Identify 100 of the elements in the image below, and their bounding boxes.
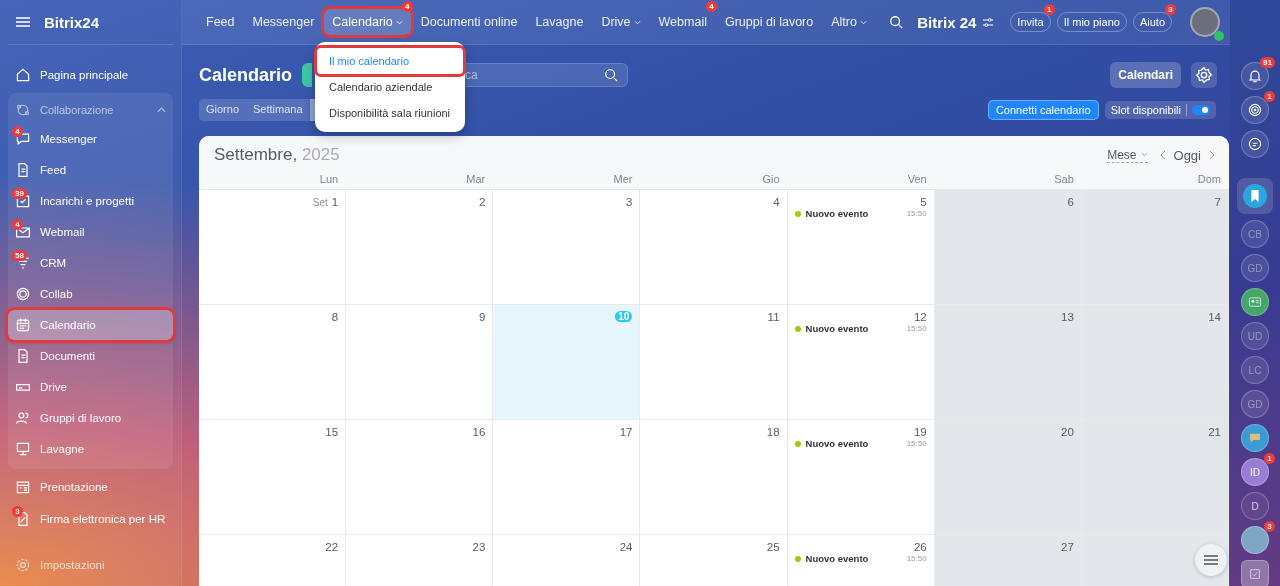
day-number: 20 <box>1061 426 1074 438</box>
count-badge: 4 <box>705 1 717 12</box>
day-cell[interactable]: 13 <box>934 305 1082 420</box>
count-badge: 39 <box>12 188 27 199</box>
view-select[interactable]: Mese <box>1107 147 1148 163</box>
sidebar-item[interactable]: Lavagne <box>8 434 173 464</box>
day-number: 19 <box>913 426 927 438</box>
day-cell[interactable]: 4 <box>640 190 788 305</box>
weekday-header: Dom <box>1196 173 1222 185</box>
nav-tab[interactable]: Messenger <box>244 9 323 35</box>
count-badge: 4 <box>12 126 23 137</box>
event-title: Nuovo evento <box>805 208 870 219</box>
count-badge: 4 <box>401 1 413 12</box>
user-avatar[interactable]: D <box>1241 492 1269 520</box>
nav-tab[interactable]: Calendario <box>324 9 411 35</box>
day-cell[interactable]: 14 <box>1081 305 1229 420</box>
sidebar-item[interactable]: 4 Webmail <box>8 217 173 247</box>
brand-logo: Bitrix 24 <box>917 13 977 31</box>
day-cell[interactable]: 3 <box>493 190 641 305</box>
sidebar-item[interactable]: Gruppi di lavoro <box>8 403 173 433</box>
view-tab[interactable]: Settimana <box>246 99 310 121</box>
logo[interactable]: Bitrix24 <box>44 13 100 31</box>
day-cell[interactable]: 19 Nuovo evento 15:50 <box>787 420 935 535</box>
day-cell[interactable]: 18 <box>640 420 788 535</box>
count-badge: 3 <box>12 506 23 517</box>
day-number: 23 <box>472 541 486 553</box>
nav-tab[interactable]: Webmail <box>650 9 715 35</box>
day-number: 17 <box>619 426 633 438</box>
nav-tab[interactable]: Documenti online <box>412 9 526 35</box>
event-time: 15:50 <box>906 324 927 333</box>
day-number: 6 <box>1067 196 1074 208</box>
event-title: Nuovo evento <box>805 553 870 564</box>
day-cell[interactable]: 11 <box>640 305 788 420</box>
today-button[interactable]: Oggi <box>1173 147 1201 163</box>
weekday-header: Lun <box>318 173 340 185</box>
event-item[interactable]: Nuovo evento 15:50 <box>794 323 927 334</box>
nav-tab[interactable]: Feed <box>198 9 243 35</box>
menu-item[interactable]: Disponibilità sala riunioni <box>317 100 463 126</box>
user-avatar[interactable]: ID <box>1241 458 1269 486</box>
day-cell[interactable]: 2 <box>346 190 494 305</box>
sidebar-group-header[interactable]: Collaborazione <box>8 97 173 123</box>
sidebar-item[interactable]: Pagina principale <box>8 60 173 90</box>
day-cell[interactable]: 6 <box>934 190 1082 305</box>
sidebar-item[interactable]: 58 CRM <box>8 248 173 278</box>
day-cell[interactable]: 17 <box>493 420 641 535</box>
weekday-header: Gio <box>761 173 781 185</box>
sidebar-item[interactable]: Drive <box>8 372 173 402</box>
weekday-header: Mar <box>465 173 487 185</box>
day-cell[interactable]: 12 Nuovo evento 15:50 <box>787 305 935 420</box>
event-title: Nuovo evento <box>805 438 870 449</box>
day-number: 12 <box>913 311 927 323</box>
count-badge: 3 <box>1264 521 1275 532</box>
day-number: 11 <box>767 311 780 323</box>
day-cell[interactable]: 27 <box>934 535 1082 586</box>
count-badge: 4 <box>12 219 23 230</box>
sidebar-item[interactable]: Collab <box>8 279 173 309</box>
day-number: 8 <box>331 311 339 323</box>
day-number: 22 <box>325 541 339 553</box>
day-number: 2 <box>478 196 486 208</box>
page-title: Calendario <box>199 64 293 86</box>
count-badge: 91 <box>1260 57 1275 68</box>
slots-toggle-button[interactable]: Slot disponibili <box>1104 101 1216 119</box>
nav-tab[interactable]: Lavagne <box>527 9 592 35</box>
day-cell[interactable]: 15 <box>199 420 347 535</box>
view-tab[interactable]: Giorno <box>199 99 247 121</box>
nav-tab[interactable]: Altro <box>823 9 875 35</box>
day-cell[interactable]: 8 <box>199 305 347 420</box>
day-number: 15 <box>325 426 339 438</box>
weekday-header: Sab <box>1053 173 1075 185</box>
sidebar-item[interactable]: Documenti <box>8 341 173 371</box>
month-label: Set <box>312 197 328 208</box>
day-cell[interactable]: 16 <box>346 420 494 535</box>
nav-tab[interactable]: Drive <box>593 9 649 35</box>
count-badge: 3 <box>1165 4 1176 15</box>
sidebar-item[interactable]: 39 Incarichi e progetti <box>8 186 173 216</box>
day-cell[interactable]: Set 1 <box>199 190 347 305</box>
day-cell[interactable]: 20 <box>934 420 1082 535</box>
event-time: 15:50 <box>906 554 927 563</box>
day-number: 9 <box>478 311 486 323</box>
day-number: 13 <box>1061 311 1074 323</box>
nav-tab[interactable]: Gruppi di lavoro <box>716 9 822 35</box>
sidebar-item[interactable]: Prenotazione <box>8 472 173 502</box>
event-item[interactable]: Nuovo evento 15:50 <box>794 208 927 219</box>
sidebar-item[interactable]: Feed <box>8 155 173 185</box>
day-number: 10 <box>615 311 633 322</box>
event-item[interactable]: Nuovo evento 15:50 <box>794 553 927 564</box>
calendars-button[interactable]: Calendari <box>1110 62 1181 88</box>
sidebar-item[interactable]: 4 Messenger <box>8 124 173 154</box>
day-cell[interactable]: 7 <box>1081 190 1229 305</box>
day-number: 7 <box>1214 196 1221 208</box>
day-cell[interactable]: 9 <box>346 305 494 420</box>
day-cell[interactable]: 21 <box>1081 420 1229 535</box>
day-number: 3 <box>626 196 633 208</box>
connect-calendar-button[interactable]: Connetti calendario <box>987 100 1099 120</box>
day-number: 24 <box>619 541 633 553</box>
day-cell[interactable]: 5 Nuovo evento 15:50 <box>787 190 935 305</box>
sidebar-item[interactable]: 3 Firma elettronica per HR <box>8 504 173 534</box>
event-item[interactable]: Nuovo evento 15:50 <box>794 438 927 449</box>
event-title: Nuovo evento <box>805 323 870 334</box>
day-number: 25 <box>766 541 780 553</box>
